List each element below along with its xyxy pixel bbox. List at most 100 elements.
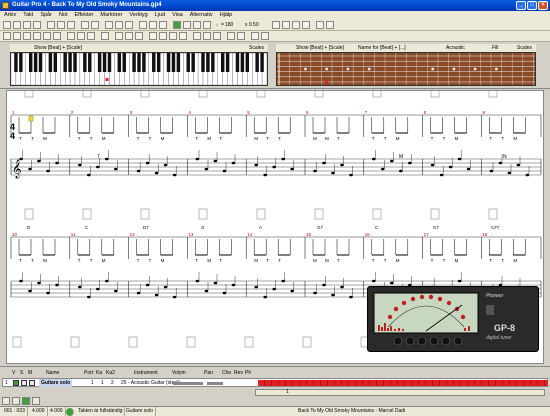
note-head <box>263 295 268 299</box>
piano-scales-label[interactable]: Scales <box>249 44 264 52</box>
view-page-icon[interactable] <box>115 21 123 29</box>
note-head <box>331 171 335 175</box>
triplet-icon[interactable] <box>101 32 109 40</box>
save-icon[interactable] <box>23 21 31 29</box>
track-icon[interactable] <box>139 21 147 29</box>
thirtysecond-note-icon[interactable] <box>53 32 61 40</box>
menu-arkiv[interactable]: Arkiv <box>4 11 16 20</box>
menu-verktyg[interactable]: Verktyg <box>129 11 147 20</box>
bookmark-icon[interactable] <box>316 21 324 29</box>
undo-icon[interactable] <box>81 21 89 29</box>
scale-icon[interactable] <box>302 21 310 29</box>
track-port[interactable]: 1 <box>91 379 94 387</box>
measure-number: 18 <box>482 232 488 237</box>
track-measure-bar[interactable] <box>258 380 548 386</box>
paste-icon[interactable] <box>67 21 75 29</box>
black-key <box>166 53 171 72</box>
ghost-note-icon[interactable] <box>135 32 143 40</box>
cut-icon[interactable] <box>47 21 55 29</box>
measure-number: 1 <box>12 110 15 115</box>
digital-tuner-window[interactable]: Pioneer GP-8 digital tuner <box>367 286 539 352</box>
rse-icon[interactable] <box>159 21 167 29</box>
track-mute-toggle[interactable] <box>29 380 35 386</box>
tempo-value[interactable]: 180 <box>225 21 233 30</box>
redo-icon[interactable] <box>91 21 99 29</box>
track-row[interactable]: 1 Guitare solo 1 1 2 25 - Acoustic Guita… <box>2 378 548 387</box>
metronome-icon[interactable] <box>193 21 201 29</box>
rest-icon[interactable] <box>77 32 85 40</box>
minimize-button[interactable]: _ <box>516 1 526 10</box>
hammer-icon[interactable] <box>159 32 167 40</box>
menu-spar[interactable]: Spår <box>40 11 52 20</box>
fret-fill-label[interactable]: Fill <box>492 44 498 52</box>
let-ring-icon[interactable] <box>213 32 221 40</box>
menu-alternativ[interactable]: Alternativ <box>190 11 213 20</box>
chord-name: C#7 <box>491 225 500 230</box>
rewind-icon[interactable] <box>2 397 10 405</box>
tie-icon[interactable] <box>87 32 95 40</box>
volume-slider[interactable] <box>173 382 203 385</box>
track-visible-toggle[interactable] <box>13 380 19 386</box>
menu-effekter[interactable]: Effekter <box>75 11 94 20</box>
track-name[interactable]: Guitare solo <box>39 379 73 387</box>
fade-icon[interactable] <box>251 32 259 40</box>
piano-show-label[interactable]: Show [Beat] + [Scale] <box>34 45 82 51</box>
tuner-subtitle: digital tuner <box>486 335 512 341</box>
transport-play-icon[interactable] <box>22 397 30 405</box>
menu-hjalp[interactable]: Hjälp <box>220 11 233 20</box>
half-note-icon[interactable] <box>13 32 21 40</box>
open-file-icon[interactable] <box>13 21 21 29</box>
harmonic-icon[interactable] <box>193 32 201 40</box>
mixer-icon[interactable] <box>272 21 280 29</box>
bend-icon[interactable] <box>169 32 177 40</box>
track-instrument[interactable]: 25 - Acoustic Guitar (steel) <box>121 379 180 387</box>
copy-icon[interactable] <box>57 21 65 29</box>
vibrato-icon[interactable] <box>179 32 187 40</box>
prev-icon[interactable] <box>12 397 20 405</box>
menu-not[interactable]: Not <box>59 11 68 20</box>
print-icon[interactable] <box>33 21 41 29</box>
new-file-icon[interactable] <box>3 21 11 29</box>
measure-icon[interactable] <box>149 21 157 29</box>
quarter-note-icon[interactable] <box>23 32 31 40</box>
eighth-note-icon[interactable] <box>33 32 41 40</box>
close-button[interactable]: × <box>538 1 548 10</box>
maximize-button[interactable]: □ <box>527 1 537 10</box>
track-channel[interactable]: 1 <box>101 379 104 387</box>
pick-mark: M <box>254 136 258 141</box>
track-channel2[interactable]: 2 <box>111 379 114 387</box>
accent-icon[interactable] <box>125 32 133 40</box>
fret-scales-label[interactable]: Scales <box>517 44 532 52</box>
next-icon[interactable] <box>32 397 40 405</box>
chord-diagram <box>372 208 382 220</box>
fret-show-label[interactable]: Show [Beat] + [Scale] <box>296 45 344 51</box>
dynamic-icon[interactable] <box>115 32 123 40</box>
tap-icon[interactable] <box>237 32 245 40</box>
loop-icon[interactable] <box>203 21 211 29</box>
tremolo-icon[interactable] <box>227 32 235 40</box>
fret-acoustic-label[interactable]: Acoustic <box>446 44 465 52</box>
menu-takt[interactable]: Takt <box>23 11 33 20</box>
speed-value[interactable]: x 0.50 <box>245 21 259 30</box>
palm-mute-icon[interactable] <box>203 32 211 40</box>
chord-icon[interactable] <box>292 21 300 29</box>
dotted-note-icon[interactable] <box>67 32 75 40</box>
section-icon[interactable] <box>326 21 334 29</box>
fretboard[interactable] <box>276 52 536 86</box>
view-screen-icon[interactable] <box>125 21 133 29</box>
menu-markorer[interactable]: Markörer <box>100 11 122 20</box>
tuner-icon[interactable] <box>282 21 290 29</box>
whole-note-icon[interactable] <box>3 32 11 40</box>
slide-icon[interactable] <box>149 32 157 40</box>
play-icon[interactable] <box>173 21 181 29</box>
menu-ljud[interactable]: Ljud <box>155 11 165 20</box>
pan-slider[interactable] <box>207 382 223 385</box>
sixteenth-note-icon[interactable] <box>43 32 51 40</box>
menu-visa[interactable]: Visa <box>172 11 183 20</box>
fret-name-label[interactable]: Name for [Beat] + [...] <box>358 44 406 52</box>
grace-icon[interactable] <box>261 32 269 40</box>
stop-icon[interactable] <box>183 21 191 29</box>
piano-keyboard[interactable] <box>10 52 268 86</box>
zoom-icon[interactable] <box>105 21 113 29</box>
track-solo-toggle[interactable] <box>21 380 27 386</box>
